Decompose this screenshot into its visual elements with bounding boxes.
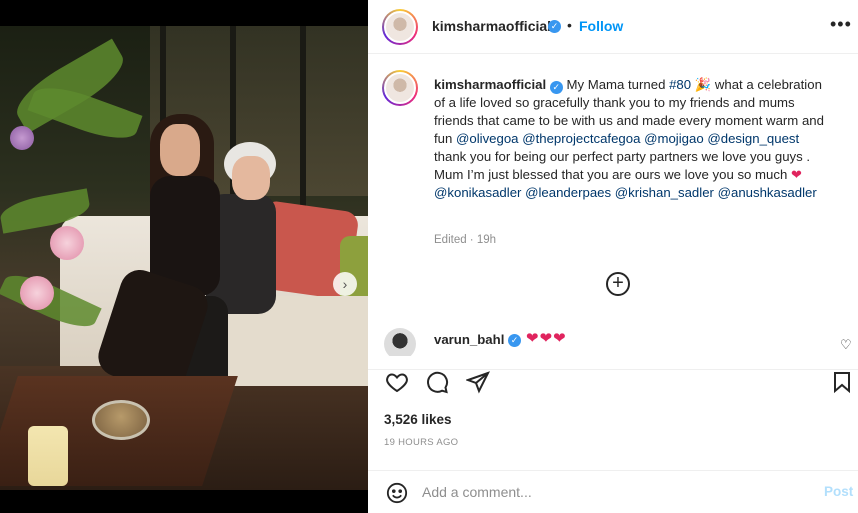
mention-link[interactable]: @mojigao	[644, 131, 704, 146]
lily-flower	[20, 276, 54, 310]
comment-composer: Post	[368, 470, 858, 513]
carousel-next-button[interactable]: ›	[333, 272, 357, 296]
avatar[interactable]	[384, 328, 416, 356]
verified-badge-icon: ✓	[508, 334, 521, 347]
caption-section: kimsharmaofficial ✓ My Mama turned #80 🎉…	[368, 54, 858, 370]
comment-bubble-icon[interactable]	[425, 370, 449, 394]
comment-row: varun_bahl ✓ ❤❤❤	[382, 326, 844, 356]
mention-link[interactable]: @krishan_sadler	[615, 185, 714, 200]
red-heart-icon: ❤	[790, 167, 803, 182]
caption-text-part: thank you for being our perfect party pa…	[434, 149, 811, 182]
post-timestamp[interactable]: 19 HOURS AGO	[384, 437, 458, 448]
caption-username[interactable]: kimsharmaofficial	[434, 77, 546, 92]
lily-flower	[50, 226, 84, 260]
emoji-smiley-icon[interactable]	[386, 482, 408, 504]
post-dialog: › kimsharmaofficial ✓ • Follow ••• kimsh…	[0, 0, 858, 513]
nut-bowl	[92, 400, 150, 440]
save-bookmark-icon[interactable]	[830, 370, 854, 394]
avatar[interactable]	[382, 9, 418, 45]
likes-count[interactable]: 3,526 likes	[384, 412, 452, 427]
daughter-face	[160, 124, 200, 176]
post-author-username[interactable]: kimsharmaofficial	[432, 18, 551, 34]
mention-link[interactable]: @konikasadler	[434, 185, 521, 200]
edited-timestamp: Edited · 19h	[434, 234, 497, 246]
hashtag-link[interactable]: #80	[669, 77, 691, 92]
caption-text: kimsharmaofficial ✓ My Mama turned #80 🎉…	[434, 76, 834, 202]
post-header: kimsharmaofficial ✓ • Follow •••	[368, 0, 858, 54]
orchid-flower	[10, 126, 34, 150]
caption-text-part: My Mama turned	[562, 77, 670, 92]
comment-username[interactable]: varun_bahl	[434, 332, 504, 347]
share-paper-plane-icon[interactable]	[466, 370, 490, 394]
post-photo[interactable]: ›	[0, 26, 368, 490]
mention-link[interactable]: @olivegoa	[456, 131, 519, 146]
comment-text: ❤❤❤	[526, 330, 567, 347]
mention-link[interactable]: @anushkasadler	[718, 185, 817, 200]
more-options-icon[interactable]: •••	[830, 14, 852, 35]
action-bar	[368, 370, 858, 398]
heart-outline-icon[interactable]: ♡	[840, 337, 852, 353]
like-heart-icon[interactable]	[385, 370, 409, 394]
avatar[interactable]	[382, 70, 418, 106]
comment-input[interactable]	[422, 481, 802, 503]
candle	[28, 426, 68, 486]
mother-face	[232, 156, 270, 200]
party-popper-icon: 🎉	[691, 77, 712, 92]
post-side-panel: kimsharmaofficial ✓ • Follow ••• kimshar…	[368, 0, 858, 513]
load-more-comments-icon[interactable]: +	[606, 272, 630, 296]
verified-badge-icon: ✓	[548, 20, 561, 33]
post-comment-button[interactable]: Post	[824, 484, 853, 499]
separator: •	[567, 17, 572, 33]
mention-link[interactable]: @leanderpaes	[525, 185, 611, 200]
mention-link[interactable]: @design_quest	[707, 131, 799, 146]
mention-link[interactable]: @theprojectcafegoa	[522, 131, 640, 146]
chevron-right-icon: ›	[342, 276, 348, 292]
follow-button[interactable]: Follow	[579, 18, 623, 34]
verified-badge-icon: ✓	[549, 81, 563, 94]
